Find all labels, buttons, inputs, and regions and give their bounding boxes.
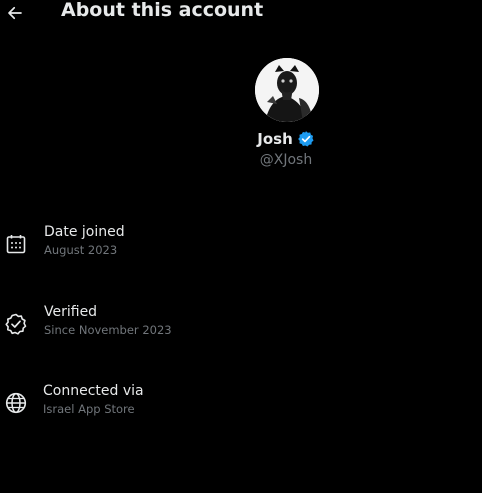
calendar-icon — [6, 235, 26, 254]
profile-name-row: Josh — [0, 130, 482, 148]
connected-via-value: Israel App Store — [43, 402, 135, 416]
profile-handle: @XJosh — [259, 152, 313, 168]
verified-row: Verified Since November 2023 — [0, 304, 482, 344]
globe-icon — [5, 392, 27, 414]
verified-check-icon — [5, 313, 27, 335]
page-title: About this account — [61, 0, 264, 21]
connected-via-row: Connected via Israel App Store — [0, 383, 482, 423]
avatar[interactable] — [255, 58, 319, 122]
date-joined-title: Date joined — [44, 224, 125, 240]
connected-via-title: Connected via — [43, 383, 144, 399]
arrow-left-icon — [8, 6, 22, 20]
back-button[interactable] — [4, 2, 26, 24]
date-joined-row: Date joined August 2023 — [0, 224, 482, 264]
verified-badge-icon — [297, 131, 314, 147]
date-joined-value: August 2023 — [44, 243, 118, 257]
verified-value: Since November 2023 — [44, 323, 172, 337]
verified-title: Verified — [44, 304, 98, 320]
display-name: Josh — [257, 130, 293, 148]
